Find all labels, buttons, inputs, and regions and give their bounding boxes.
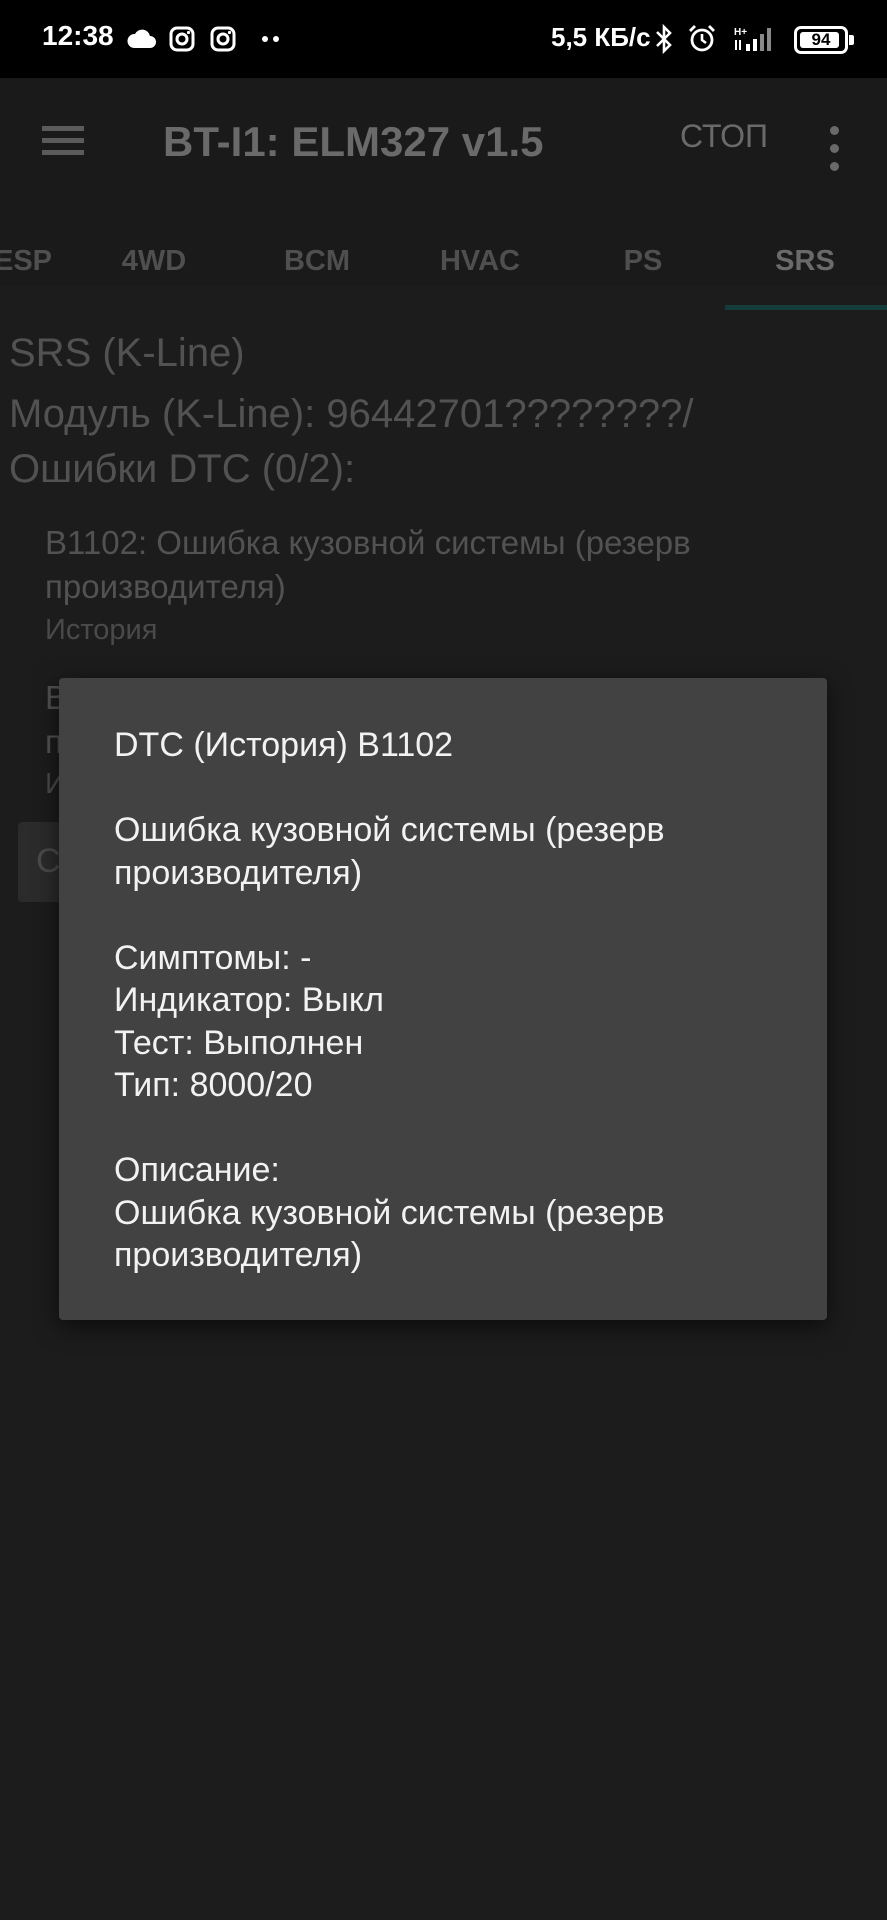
more-vert-icon-dot	[830, 162, 839, 171]
dialog-message: DTC (История) B1102 Ошибка кузовной сист…	[114, 724, 784, 1277]
dialog-description-text: Ошибка кузовной системы (резерв производ…	[114, 1193, 665, 1275]
dtc-detail-dialog[interactable]: DTC (История) B1102 Ошибка кузовной сист…	[59, 678, 827, 1320]
instagram-icon	[210, 22, 236, 56]
dialog-spacer	[114, 894, 784, 937]
dtc-item-title[interactable]: B1102: Ошибка кузовной системы (резерв п…	[45, 521, 825, 609]
more-options-button[interactable]	[815, 118, 855, 180]
dialog-spacer	[114, 1107, 784, 1150]
tab-esp[interactable]: ESP	[0, 230, 78, 314]
instagram-icon	[169, 22, 195, 56]
stop-button[interactable]: СТОП	[680, 118, 768, 155]
dialog-dtc-name: Ошибка кузовной системы (резерв производ…	[114, 811, 665, 892]
battery-icon: 94	[794, 26, 848, 54]
dtc-item-status: История	[45, 614, 158, 646]
dialog-type: Тип: 8000/20	[114, 1066, 313, 1104]
dialog-test: Тест: Выполнен	[114, 1023, 364, 1062]
alarm-icon	[686, 22, 718, 56]
menu-icon	[42, 126, 84, 131]
status-time: 12:38	[42, 20, 114, 51]
section-title: SRS (K-Line)	[9, 331, 245, 375]
module-info: Модуль (K-Line): 96442701????????/	[9, 392, 694, 436]
tab-bar: ESP 4WD BCM HVAC PS SRS	[0, 230, 887, 314]
cloud-icon	[126, 22, 156, 56]
more-vert-icon	[830, 126, 839, 135]
dialog-title: DTC (История) B1102	[114, 726, 454, 764]
more-vert-icon-dot	[830, 144, 839, 153]
tab-4wd[interactable]: 4WD	[94, 230, 214, 314]
active-tab-indicator	[725, 305, 887, 310]
battery-level: 94	[811, 30, 831, 49]
bluetooth-icon	[654, 22, 674, 56]
dialog-symptoms: Симптомы: -	[114, 938, 312, 977]
tab-hvac[interactable]: HVAC	[420, 230, 540, 314]
dtc-errors-header: Ошибки DTC (0/2):	[9, 447, 356, 491]
app-title: BT-I1: ELM327 v1.5	[163, 118, 544, 165]
dialog-indicator: Индикатор: Выкл	[114, 981, 384, 1019]
background-button-label: С	[36, 842, 61, 880]
tab-srs[interactable]: SRS	[745, 230, 865, 314]
menu-icon-bar	[42, 138, 84, 143]
tab-bcm[interactable]: BCM	[257, 230, 377, 314]
dialog-spacer	[114, 767, 784, 810]
svg-text:H+: H+	[734, 27, 747, 38]
network-speed: 5,5 КБ/с	[551, 22, 651, 52]
battery-tip	[849, 35, 854, 45]
menu-button[interactable]	[30, 108, 100, 178]
signal-icon: H+	[732, 22, 782, 56]
status-bar: 12:38 5,5 КБ/с H+ 94	[0, 0, 887, 78]
dialog-description-label: Описание:	[114, 1151, 280, 1189]
menu-icon-bar	[42, 150, 84, 155]
more-dots-icon	[261, 22, 281, 56]
tab-ps[interactable]: PS	[583, 230, 703, 314]
